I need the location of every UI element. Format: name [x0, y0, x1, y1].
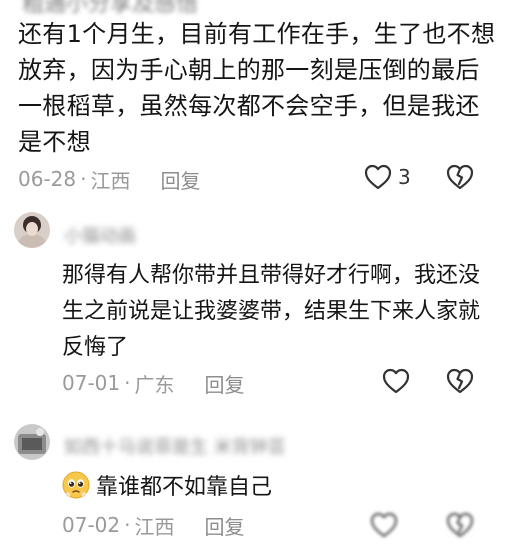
meta-separator: · [124, 513, 131, 537]
reply-text: 靠谁都不如靠自己 [62, 470, 482, 506]
reply-date: 07-01 [62, 371, 121, 395]
reply-button[interactable]: 回复 [204, 511, 244, 540]
heart-outline-icon [382, 368, 410, 394]
broken-heart-icon [446, 368, 474, 394]
reply-text: 那得有人帮你带并且带得好才行啊，我还没生之前说是让我婆婆带，结果生下来人家就反悔… [62, 263, 481, 360]
avatar[interactable] [14, 424, 50, 460]
like-button[interactable] [382, 368, 410, 394]
like-button[interactable]: 3 [364, 164, 411, 190]
reply-meta: 07-01 · 广东 回复 [62, 368, 244, 398]
like-button[interactable] [370, 512, 398, 538]
dislike-button[interactable] [446, 512, 474, 538]
comment-date: 06-28 [18, 167, 77, 191]
broken-heart-icon [446, 164, 474, 190]
comment-meta: 06-28 · 江西 回复 [18, 164, 200, 194]
reply-date: 07-02 [62, 513, 121, 537]
avatar[interactable] [14, 212, 50, 248]
broken-heart-icon [446, 512, 474, 538]
reply-username[interactable]: 小猫动画 [64, 222, 136, 248]
reply-text-content: 靠谁都不如靠自己 [96, 475, 273, 500]
reply-button[interactable]: 回复 [160, 165, 200, 194]
heart-outline-icon [370, 512, 398, 538]
meta-separator: · [124, 371, 131, 395]
pleading-face-emoji [62, 471, 90, 499]
reply-location: 江西 [134, 514, 175, 539]
reply-location: 广东 [134, 372, 175, 397]
dislike-button[interactable] [446, 164, 474, 190]
dislike-button[interactable] [446, 368, 474, 394]
comment-location: 江西 [90, 168, 131, 193]
meta-separator: · [80, 167, 87, 191]
heart-outline-icon [364, 164, 392, 190]
comment-text: 还有1个月生，目前有工作在手，生了也不想放弃，因为手心朝上的那一刻是压倒的最后一… [18, 20, 496, 156]
reply-username[interactable]: 如西十马说菲是生 米背钟芸 [64, 433, 286, 459]
reply-button[interactable]: 回复 [204, 369, 244, 398]
reply-meta: 07-02 · 江西 回复 [62, 510, 244, 540]
like-count: 3 [398, 165, 411, 189]
